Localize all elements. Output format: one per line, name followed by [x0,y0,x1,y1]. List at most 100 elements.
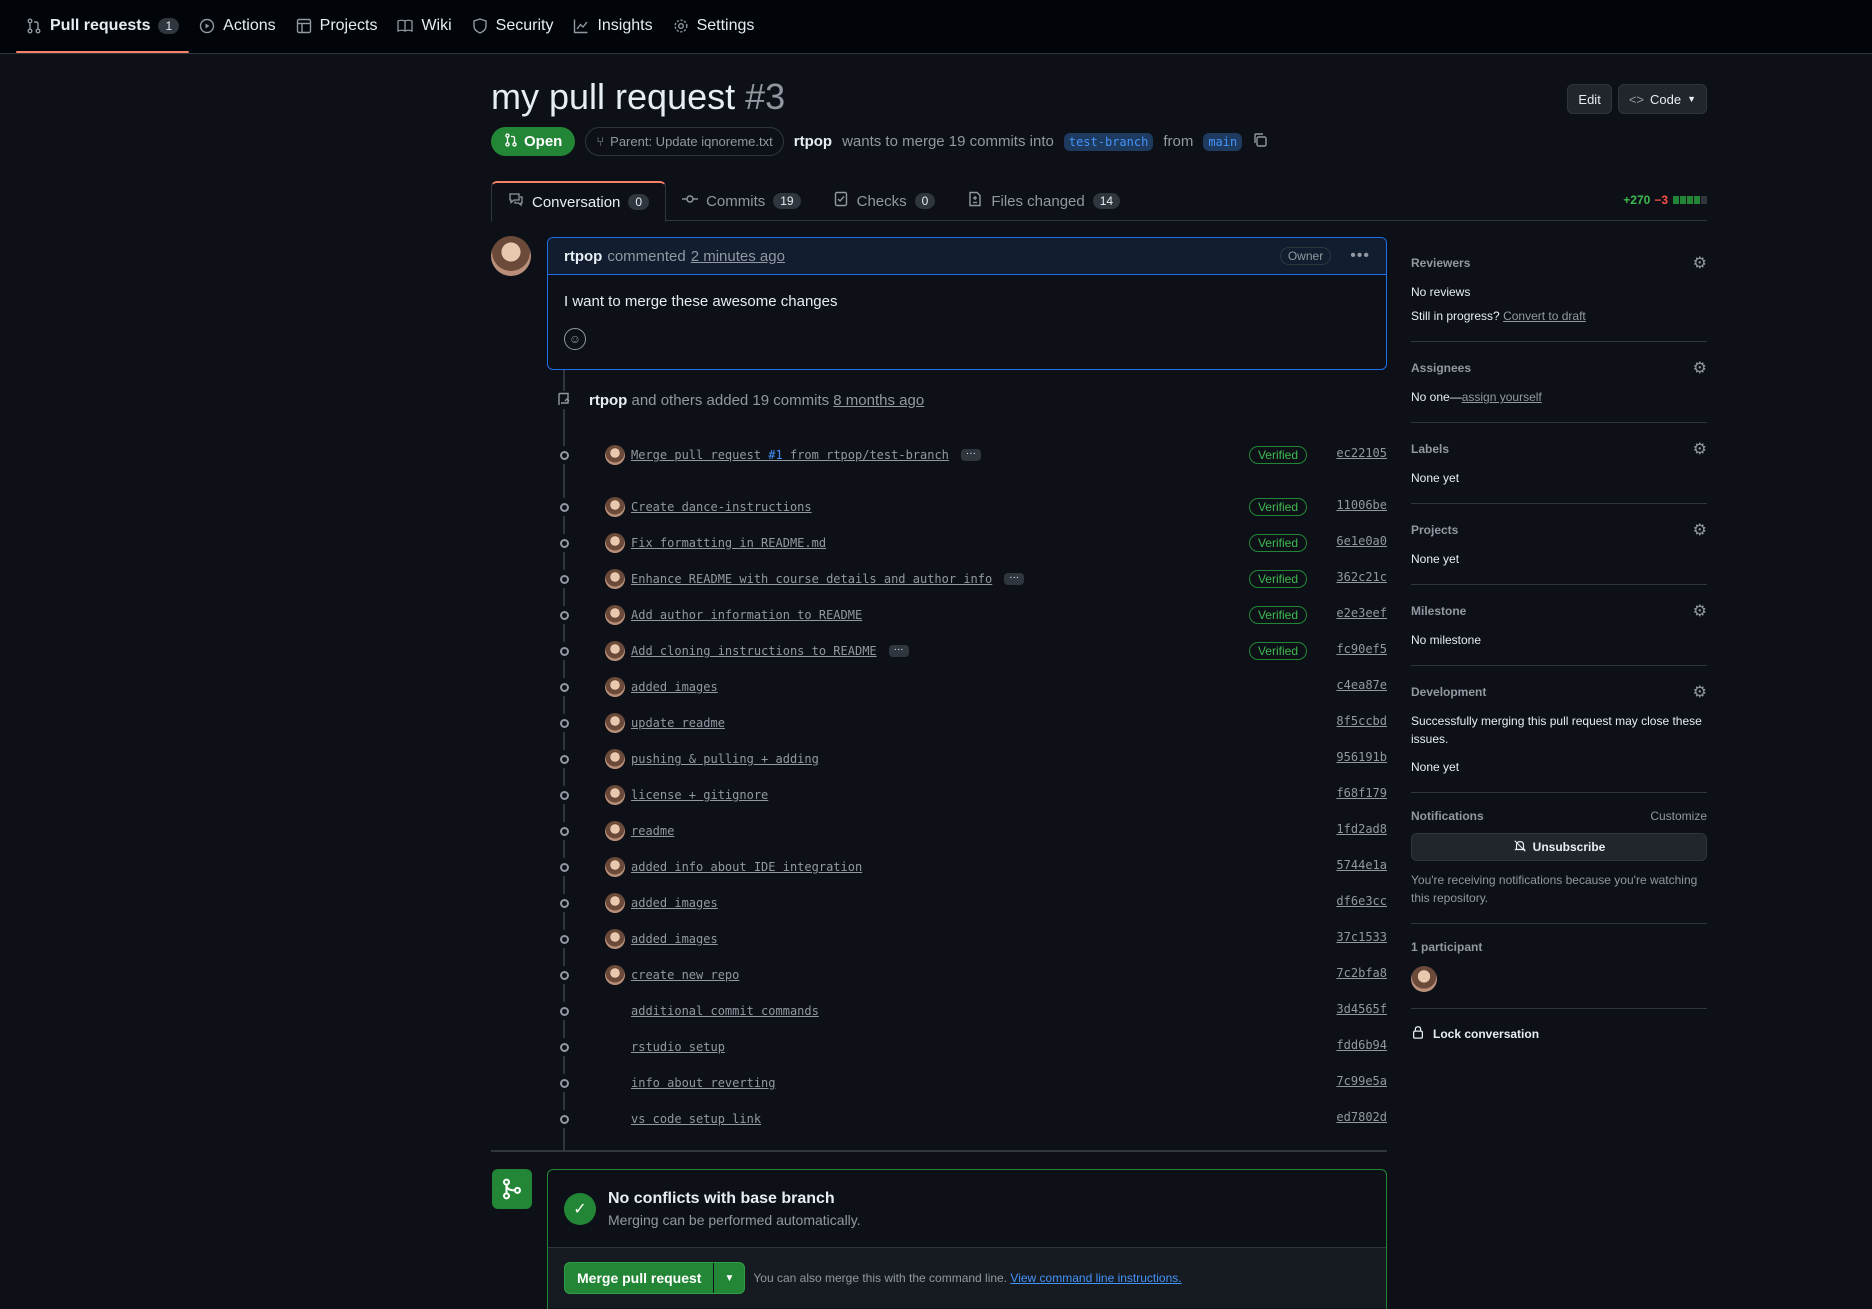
kebab-menu-icon[interactable]: ••• [1350,247,1370,265]
smiley-icon[interactable]: ☺ [564,328,586,350]
comment-author[interactable]: rtpop [564,248,602,265]
tab-commits[interactable]: Commits 19 [666,181,817,221]
tab-files-changed[interactable]: Files changed 14 [951,181,1136,221]
push-time[interactable]: 8 months ago [833,392,924,409]
head-branch[interactable]: main [1203,132,1243,151]
avatar[interactable] [605,965,625,985]
code-button[interactable]: <> Code ▼ [1617,84,1707,114]
commit-sha-link[interactable]: 5744e1a [1336,858,1387,872]
avatar[interactable] [605,497,625,517]
gear-icon[interactable]: ⚙ [1693,253,1707,273]
expand-message-button[interactable]: ··· [888,645,909,657]
customize-link[interactable]: Customize [1650,809,1707,823]
avatar[interactable] [605,749,625,769]
verified-badge[interactable]: Verified [1248,570,1307,588]
commit-sha-link[interactable]: ed7802d [1336,1110,1387,1124]
commit-message[interactable]: vs code setup link [631,1112,761,1126]
commit-message[interactable]: update readme [631,716,725,730]
avatar[interactable] [605,677,625,697]
commit-message[interactable]: added images [631,680,718,694]
commit-message[interactable]: rstudio setup [631,1040,725,1054]
commit-sha-link[interactable]: 11006be [1336,498,1387,512]
expand-message-button[interactable]: ··· [1004,573,1025,585]
avatar[interactable] [605,821,625,841]
commit-message[interactable]: Add cloning instructions to README [631,644,877,658]
avatar[interactable] [605,929,625,949]
commit-sha-link[interactable]: 1fd2ad8 [1336,822,1387,836]
gear-icon[interactable]: ⚙ [1693,682,1707,702]
commit-sha-link[interactable]: fc90ef5 [1336,642,1387,656]
commit-sha-link[interactable]: ec22105 [1336,446,1387,460]
commit-sha-link[interactable]: 7c2bfa8 [1336,966,1387,980]
lock-conversation[interactable]: Lock conversation [1411,1009,1707,1058]
commit-message[interactable]: Fix formatting in README.md [631,536,826,550]
push-author[interactable]: rtpop [589,392,627,409]
merge-pull-request-button[interactable]: Merge pull request [565,1263,715,1293]
copy-icon[interactable] [1252,132,1268,152]
commit-sha-link[interactable]: 956191b [1336,750,1387,764]
commit-message[interactable]: Merge pull request #1 from rtpop/test-br… [631,448,949,462]
commit-sha-link[interactable]: 7c99e5a [1336,1074,1387,1088]
verified-badge[interactable]: Verified [1248,498,1307,516]
commit-sha-link[interactable]: 37c1533 [1336,930,1387,944]
commit-sha-link[interactable]: c4ea87e [1336,678,1387,692]
avatar[interactable] [491,236,531,276]
commit-message[interactable]: pushing & pulling + adding [631,752,819,766]
issue-ref-link[interactable]: #1 [768,448,782,462]
nav-actions[interactable]: Actions [189,0,285,53]
commit-sha-link[interactable]: fdd6b94 [1336,1038,1387,1052]
gear-icon[interactable]: ⚙ [1693,358,1707,378]
commit-message[interactable]: Create dance-instructions [631,500,812,514]
avatar[interactable] [605,569,625,589]
commit-sha-link[interactable]: e2e3eef [1336,606,1387,620]
avatar[interactable] [605,605,625,625]
nav-security[interactable]: Security [462,0,564,53]
commit-message[interactable]: license + gitignore [631,788,768,802]
comment-time[interactable]: 2 minutes ago [691,248,785,265]
commit-message[interactable]: additional commit commands [631,1004,819,1018]
commit-message[interactable]: added images [631,896,718,910]
tab-conversation[interactable]: Conversation 0 [491,181,667,222]
avatar[interactable] [605,857,625,877]
verified-badge[interactable]: Verified [1248,606,1307,624]
commit-message[interactable]: added info about IDE integration [631,860,862,874]
gear-icon[interactable]: ⚙ [1693,601,1707,621]
assign-yourself-link[interactable]: assign yourself [1462,390,1542,404]
author-link[interactable]: rtpop [794,133,832,150]
avatar[interactable] [605,641,625,661]
nav-insights[interactable]: Insights [563,0,662,53]
nav-settings[interactable]: Settings [663,0,765,53]
avatar[interactable] [605,785,625,805]
avatar[interactable] [605,893,625,913]
verified-badge[interactable]: Verified [1248,534,1307,552]
commit-message[interactable]: Add author information to README [631,608,862,622]
commit-sha-link[interactable]: f68f179 [1336,786,1387,800]
verified-badge[interactable]: Verified [1248,642,1307,660]
avatar[interactable] [605,533,625,553]
avatar[interactable] [1411,966,1437,992]
merge-method-dropdown[interactable]: ▼ [714,1263,744,1293]
commit-message[interactable]: added images [631,932,718,946]
commit-message[interactable]: info about reverting [631,1076,776,1090]
commit-sha-link[interactable]: 3d4565f [1336,1002,1387,1016]
command-line-link[interactable]: View command line instructions. [1010,1271,1181,1285]
nav-pull-requests[interactable]: Pull requests 1 [16,0,190,53]
unsubscribe-button[interactable]: Unsubscribe [1411,833,1707,861]
nav-wiki[interactable]: Wiki [387,0,461,53]
base-branch[interactable]: test-branch [1063,132,1154,151]
avatar[interactable] [605,445,625,465]
commit-sha-link[interactable]: 6e1e0a0 [1336,534,1387,548]
commit-message[interactable]: Enhance README with course details and a… [631,572,992,586]
gear-icon[interactable]: ⚙ [1693,439,1707,459]
commit-message[interactable]: create new repo [631,968,739,982]
tab-checks[interactable]: Checks 0 [817,181,952,221]
expand-message-button[interactable]: ··· [960,449,981,461]
parent-pill[interactable]: ⑂ Parent: Update iqnoreme.txt [585,127,784,156]
commit-sha-link[interactable]: df6e3cc [1336,894,1387,908]
edit-button[interactable]: Edit [1567,84,1612,114]
commit-sha-link[interactable]: 362c21c [1336,570,1387,584]
avatar[interactable] [605,713,625,733]
nav-projects[interactable]: Projects [286,0,388,53]
commit-sha-link[interactable]: 8f5ccbd [1336,714,1387,728]
verified-badge[interactable]: Verified [1248,446,1307,464]
